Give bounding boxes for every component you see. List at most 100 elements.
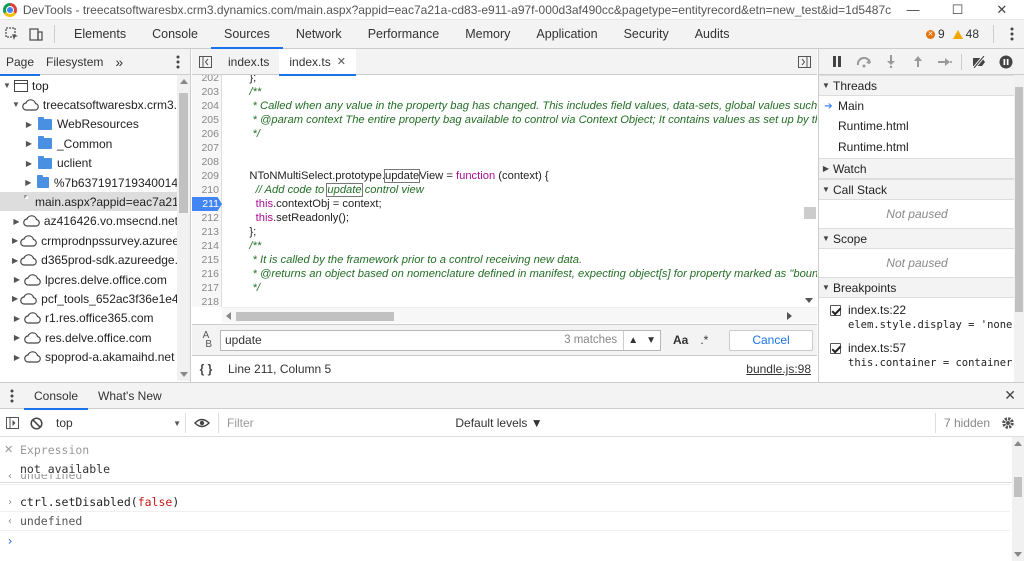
expanded-arrow-icon[interactable]: ▼ (2, 81, 12, 90)
tab-application[interactable]: Application (523, 20, 610, 48)
remove-expression-icon[interactable]: ✕ (4, 443, 13, 456)
more-tabs-button[interactable]: » (109, 49, 129, 75)
line-number[interactable]: 214 (192, 239, 219, 253)
scroll-up-icon[interactable] (1014, 441, 1022, 446)
tree-item[interactable]: ▶ lpcres.delve.office.com (0, 270, 178, 289)
tree-item[interactable]: main.aspx?appid=eac7a21a (0, 192, 178, 212)
step-icon[interactable] (931, 49, 958, 75)
tree-item[interactable]: ▶ crmprodnpssurvey.azureedge.net (0, 231, 178, 250)
tree-item[interactable]: ▶ res.delve.office.com (0, 328, 178, 347)
tree-item[interactable]: ▶ WebResources (0, 115, 178, 134)
horizontal-scroll-thumb[interactable] (236, 312, 394, 321)
line-number[interactable]: 213 (192, 225, 219, 239)
scroll-down-icon[interactable] (805, 298, 813, 303)
code-area[interactable]: 202 203 204 205 206 207 208 209 210 211 212 213 214 2… (192, 75, 817, 307)
debugger-scroll-thumb[interactable] (1015, 87, 1023, 312)
expression-label[interactable]: Expression (20, 443, 89, 457)
pause-on-exceptions-icon[interactable] (992, 49, 1019, 75)
console-scrollbar[interactable] (1012, 437, 1024, 561)
editor-tab-index-ts-1[interactable]: index.ts (218, 49, 279, 75)
pretty-print-icon[interactable]: { } (192, 362, 220, 376)
line-number-gutter[interactable]: 202 203 204 205 206 207 208 209 210 211 212 213 214 2… (192, 75, 222, 307)
tree-item[interactable]: ▶ _Common (0, 134, 178, 153)
tab-page[interactable]: Page (0, 49, 41, 76)
tab-performance[interactable]: Performance (355, 20, 453, 48)
thread-main[interactable]: ➔ Main (819, 96, 1015, 116)
line-number[interactable]: 202 (192, 75, 219, 85)
line-number[interactable]: 205 (192, 113, 219, 127)
tab-security[interactable]: Security (611, 20, 682, 48)
tab-whats-new[interactable]: What's New (88, 383, 172, 409)
toggle-debugger-icon[interactable] (798, 55, 811, 68)
tab-console-drawer[interactable]: Console (24, 383, 89, 410)
match-case-button[interactable]: Aa (673, 333, 688, 347)
tree-item[interactable]: ▶ pcf_tools_652ac3f36e1e4 (0, 289, 178, 308)
collapsed-arrow-icon[interactable]: ▶ (24, 178, 33, 187)
scroll-right-icon[interactable] (787, 312, 792, 320)
tab-memory[interactable]: Memory (452, 20, 523, 48)
source-map-link[interactable]: bundle.js:98 (746, 362, 811, 376)
previous-match-icon[interactable]: ▲ (628, 335, 638, 346)
step-out-icon[interactable] (904, 49, 931, 75)
collapsed-arrow-icon[interactable]: ▶ (24, 139, 34, 148)
more-options-icon[interactable] (1000, 20, 1024, 48)
scroll-down-icon[interactable] (180, 372, 188, 377)
collapsed-arrow-icon[interactable]: ▶ (12, 236, 18, 245)
scroll-up-icon[interactable] (180, 79, 188, 84)
scope-section-header[interactable]: ▼ Scope (819, 228, 1015, 249)
line-number[interactable]: 206 (192, 127, 219, 141)
thread-runtime-2[interactable]: Runtime.html (819, 137, 1015, 157)
line-number[interactable]: 215 (192, 253, 219, 267)
toggle-navigator-icon[interactable] (192, 55, 218, 68)
device-toolbar-icon[interactable] (24, 20, 48, 48)
tab-sources[interactable]: Sources (210, 20, 283, 49)
line-number[interactable]: 218 (192, 295, 219, 307)
console-scroll-thumb[interactable] (1014, 477, 1022, 497)
navigator-scrollbar[interactable] (177, 75, 190, 381)
code-vertical-scrollbar[interactable] (801, 75, 817, 307)
regex-button[interactable]: .* (700, 333, 708, 347)
scroll-left-icon[interactable] (226, 312, 231, 320)
drawer-menu-icon[interactable] (0, 389, 24, 403)
line-number[interactable]: 217 (192, 281, 219, 295)
minimize-button[interactable]: — (891, 0, 935, 20)
collapsed-arrow-icon[interactable]: ▶ (12, 314, 22, 323)
threads-section-header[interactable]: ▼ Threads (819, 75, 1015, 96)
line-number[interactable]: 208 (192, 155, 219, 169)
tree-item[interactable]: ▼ top (0, 76, 178, 95)
breakpoint-item[interactable]: index.ts:57 (819, 338, 1015, 358)
breakpoint-item[interactable]: index.ts:22 (819, 300, 1015, 320)
live-expression-eye-icon[interactable] (186, 410, 218, 436)
console-settings-gear-icon[interactable] (996, 410, 1020, 436)
search-input[interactable]: update 3 matches ▲ ▼ (220, 329, 661, 351)
tree-item[interactable]: ▶ d365prod-sdk.azureedge.net (0, 251, 178, 270)
clear-console-icon[interactable] (24, 410, 48, 436)
console-prompt[interactable]: › (0, 531, 1010, 550)
cancel-search-button[interactable]: Cancel (729, 329, 813, 351)
tree-item[interactable]: ▶ uclient (0, 154, 178, 173)
line-number[interactable]: 204 (192, 99, 219, 113)
warning-count-badge[interactable]: 48 (952, 27, 979, 41)
inspect-element-icon[interactable] (0, 20, 24, 48)
line-number[interactable]: 210 (192, 183, 219, 197)
log-levels-dropdown[interactable]: Default levels ▼ (424, 416, 574, 430)
callstack-section-header[interactable]: ▼ Call Stack (819, 179, 1015, 200)
collapsed-arrow-icon[interactable]: ▶ (12, 275, 22, 284)
watch-section-header[interactable]: ▶ Watch (819, 158, 1015, 179)
tree-item[interactable]: ▶ spoprod-a.akamaihd.net (0, 348, 178, 367)
tab-console[interactable]: Console (139, 20, 211, 48)
replace-toggle-icon[interactable]: A B (192, 331, 220, 350)
line-number[interactable]: 212 (192, 211, 219, 225)
tab-network[interactable]: Network (283, 20, 355, 48)
editor-tab-index-ts-2[interactable]: index.ts ✕ (279, 48, 356, 76)
collapsed-arrow-icon[interactable]: ▶ (12, 217, 21, 226)
code-horizontal-scrollbar[interactable] (222, 307, 817, 323)
debugger-scrollbar[interactable] (1014, 75, 1024, 382)
collapsed-arrow-icon[interactable]: ▶ (12, 256, 18, 265)
line-number[interactable]: 207 (192, 141, 219, 155)
close-window-button[interactable]: ✕ (980, 0, 1024, 20)
tab-elements[interactable]: Elements (61, 20, 139, 48)
close-drawer-icon[interactable]: ✕ (1004, 387, 1016, 404)
next-match-icon[interactable]: ▼ (646, 335, 656, 346)
pause-icon[interactable] (823, 49, 850, 75)
